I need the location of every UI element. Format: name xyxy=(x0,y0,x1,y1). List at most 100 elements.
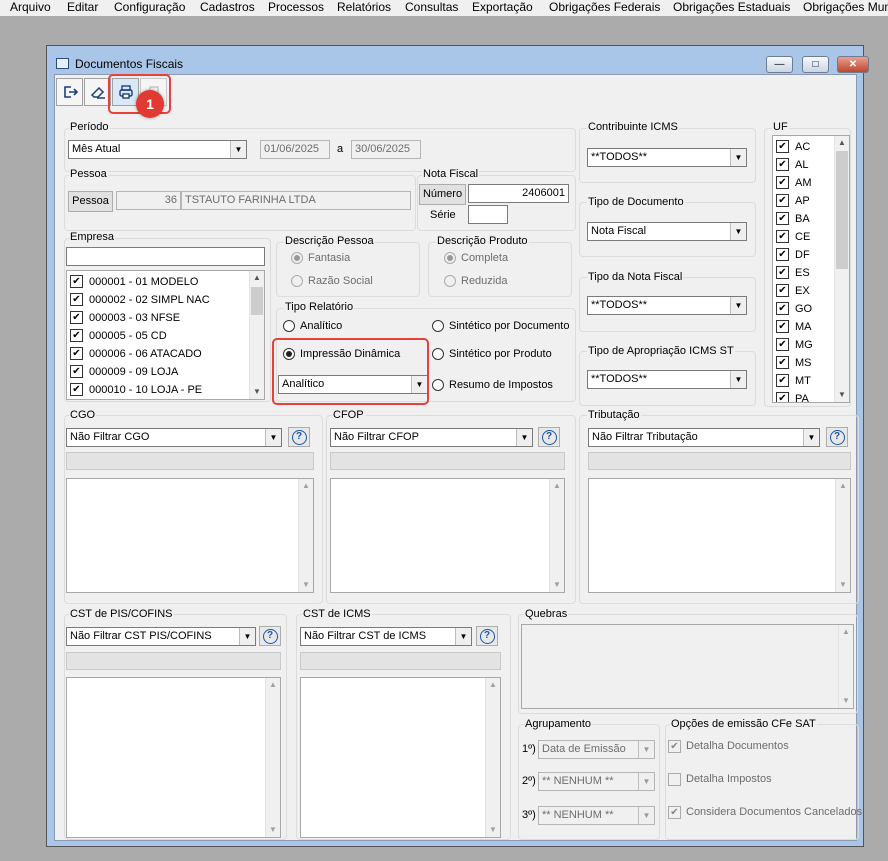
date-to-field[interactable]: 30/06/2025 xyxy=(351,140,421,159)
cst-pis-help-button[interactable]: ? xyxy=(259,626,281,646)
checkbox[interactable]: ✔ xyxy=(776,284,789,297)
tributacao-scrollbar[interactable]: ▲ ▼ xyxy=(835,479,850,592)
clear-button[interactable] xyxy=(84,78,111,106)
checkbox[interactable]: ✔ xyxy=(776,212,789,225)
checkbox[interactable]: ✔ xyxy=(70,311,83,324)
numero-field[interactable]: 2406001 xyxy=(468,184,569,203)
reduzida-radio[interactable] xyxy=(444,275,456,287)
fantasia-radio[interactable] xyxy=(291,252,303,264)
detalha-impostos-checkbox[interactable] xyxy=(668,773,681,786)
cst-pis-select[interactable]: Não Filtrar CST PIS/COFINS ▼ xyxy=(66,627,256,646)
menu-obrigacoes-federais[interactable]: Obrigações Federais xyxy=(549,0,660,14)
checkbox[interactable]: ✔ xyxy=(776,266,789,279)
checkbox[interactable]: ✔ xyxy=(776,302,789,315)
cfop-select[interactable]: Não Filtrar CFOP ▼ xyxy=(330,428,533,447)
minimize-button[interactable]: — xyxy=(766,56,793,73)
checkbox[interactable]: ✔ xyxy=(776,320,789,333)
detalha-documentos-checkbox[interactable]: ✔ xyxy=(668,740,681,753)
tributacao-select[interactable]: Não Filtrar Tributação ▼ xyxy=(588,428,820,447)
tributacao-help-button[interactable]: ? xyxy=(826,427,848,447)
tipo-apropriacao-select[interactable]: **TODOS** ▼ xyxy=(587,370,747,389)
checkbox[interactable]: ✔ xyxy=(70,347,83,360)
pessoa-code-field[interactable]: 36 xyxy=(116,191,181,210)
menu-consultas[interactable]: Consultas xyxy=(405,0,458,14)
cst-pis-list[interactable]: ▲ ▼ xyxy=(66,677,281,838)
periodo-select[interactable]: Mês Atual ▼ xyxy=(68,140,247,159)
tipo-nota-fiscal-select[interactable]: **TODOS** ▼ xyxy=(587,296,747,315)
menu-obrigacoes-municipais[interactable]: Obrigações Mun xyxy=(803,0,888,14)
menu-configuracao[interactable]: Configuração xyxy=(114,0,185,14)
uf-list[interactable]: ✔ AC ✔ AL ✔ AM ✔ AP ✔ BA ✔ CE ✔ DF ✔ ES ✔ EX ✔ GO ✔ MA ✔ MG ✔ MS ✔… xyxy=(772,135,850,403)
pessoa-button[interactable]: Pessoa xyxy=(68,191,113,212)
quebras-list[interactable]: ▲ ▼ xyxy=(521,624,854,709)
empresa-scrollbar[interactable]: ▲ ▼ xyxy=(249,271,264,399)
uf-scrollbar[interactable]: ▲ ▼ xyxy=(834,136,849,402)
cfop-list[interactable]: ▲ ▼ xyxy=(330,478,565,593)
checkbox[interactable]: ✔ xyxy=(776,176,789,189)
cgo-list[interactable]: ▲ ▼ xyxy=(66,478,314,593)
list-item[interactable]: ✔ 000002 - 02 SIMPL NAC xyxy=(67,291,264,309)
analitico-radio[interactable] xyxy=(283,320,295,332)
checkbox[interactable]: ✔ xyxy=(70,275,83,288)
date-from-field[interactable]: 01/06/2025 xyxy=(260,140,330,159)
empresa-filter-input[interactable] xyxy=(66,247,265,266)
quebras-scrollbar[interactable]: ▲ ▼ xyxy=(838,625,853,708)
cst-icms-list[interactable]: ▲ ▼ xyxy=(300,677,501,838)
cst-icms-select[interactable]: Não Filtrar CST de ICMS ▼ xyxy=(300,627,472,646)
tipo-documento-select[interactable]: Nota Fiscal ▼ xyxy=(587,222,747,241)
maximize-button[interactable]: □ xyxy=(802,56,829,73)
checkbox[interactable]: ✔ xyxy=(70,329,83,342)
checkbox[interactable]: ✔ xyxy=(776,248,789,261)
empresa-list[interactable]: ✔ 000001 - 01 MODELO ✔ 000002 - 02 SIMPL N… xyxy=(66,270,265,400)
checkbox[interactable]: ✔ xyxy=(776,158,789,171)
razao-social-radio[interactable] xyxy=(291,275,303,287)
checkbox[interactable]: ✔ xyxy=(70,293,83,306)
cfop-help-button[interactable]: ? xyxy=(538,427,560,447)
cst-pis-scrollbar[interactable]: ▲ ▼ xyxy=(265,678,280,837)
tributacao-list[interactable]: ▲ ▼ xyxy=(588,478,851,593)
checkbox[interactable]: ✔ xyxy=(70,383,83,396)
agrupamento-select-2[interactable]: ** NENHUM ** ▼ xyxy=(538,772,655,791)
checkbox[interactable]: ✔ xyxy=(776,230,789,243)
list-item[interactable]: ✔ 000010 - 10 LOJA - PE xyxy=(67,381,264,399)
cgo-help-button[interactable]: ? xyxy=(288,427,310,447)
exit-button[interactable] xyxy=(56,78,83,106)
list-item[interactable]: ✔ 000003 - 03 NFSE xyxy=(67,309,264,327)
cst-icms-help-button[interactable]: ? xyxy=(476,626,498,646)
considera-cancelados-checkbox[interactable]: ✔ xyxy=(668,806,681,819)
cfop-scrollbar[interactable]: ▲ ▼ xyxy=(549,479,564,592)
menu-processos[interactable]: Processos xyxy=(268,0,324,14)
checkbox[interactable]: ✔ xyxy=(776,392,789,402)
contribuinte-icms-select[interactable]: **TODOS** ▼ xyxy=(587,148,747,167)
cgo-select[interactable]: Não Filtrar CGO ▼ xyxy=(66,428,282,447)
menu-obrigacoes-estaduais[interactable]: Obrigações Estaduais xyxy=(673,0,790,14)
sintetico-documento-radio[interactable] xyxy=(432,320,444,332)
uf-label: UF xyxy=(772,121,789,133)
cst-icms-scrollbar[interactable]: ▲ ▼ xyxy=(485,678,500,837)
menu-relatorios[interactable]: Relatórios xyxy=(337,0,391,14)
chevron-down-icon: ▼ xyxy=(803,429,819,446)
list-item[interactable]: ✔ 000005 - 05 CD xyxy=(67,327,264,345)
checkbox[interactable]: ✔ xyxy=(776,194,789,207)
serie-field[interactable] xyxy=(468,205,508,224)
numero-button[interactable]: Número xyxy=(419,184,466,205)
menu-editar[interactable]: Editar xyxy=(67,0,98,14)
menu-arquivo[interactable]: Arquivo xyxy=(10,0,51,14)
checkbox[interactable]: ✔ xyxy=(776,374,789,387)
menu-cadastros[interactable]: Cadastros xyxy=(200,0,255,14)
checkbox[interactable]: ✔ xyxy=(776,356,789,369)
agrupamento-select-3[interactable]: ** NENHUM ** ▼ xyxy=(538,806,655,825)
close-button[interactable]: ✕ xyxy=(837,56,869,73)
list-item[interactable]: ✔ 000001 - 01 MODELO xyxy=(67,273,264,291)
checkbox[interactable]: ✔ xyxy=(776,140,789,153)
sintetico-produto-radio[interactable] xyxy=(432,348,444,360)
checkbox[interactable]: ✔ xyxy=(70,365,83,378)
resumo-impostos-radio[interactable] xyxy=(432,379,444,391)
agrupamento-select-1[interactable]: Data de Emissão ▼ xyxy=(538,740,655,759)
checkbox[interactable]: ✔ xyxy=(776,338,789,351)
completa-radio[interactable] xyxy=(444,252,456,264)
menu-exportacao[interactable]: Exportação xyxy=(472,0,533,14)
list-item[interactable]: ✔ 000006 - 06 ATACADO xyxy=(67,345,264,363)
cgo-scrollbar[interactable]: ▲ ▼ xyxy=(298,479,313,592)
list-item[interactable]: ✔ 000009 - 09 LOJA xyxy=(67,363,264,381)
